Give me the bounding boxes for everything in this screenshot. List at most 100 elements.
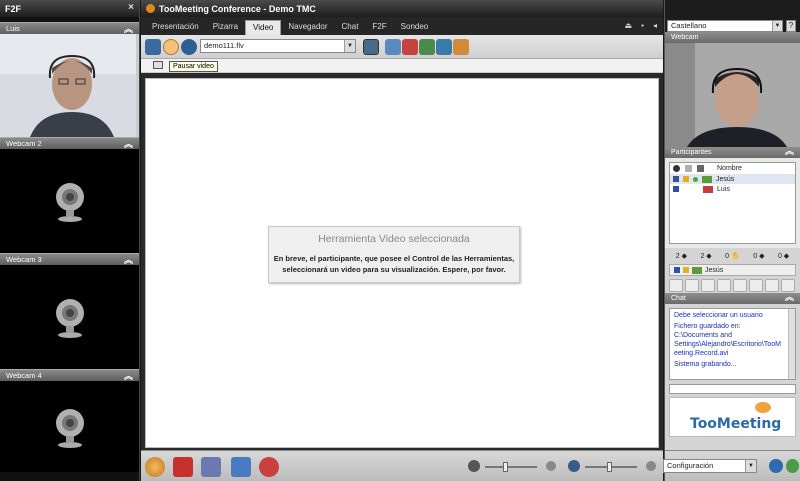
arrow-left-icon[interactable]: ◂ [653,21,657,30]
cam-header-2[interactable]: Webcam 2 ︽ [0,137,139,149]
remove-mic-icon[interactable] [717,278,731,292]
tab-bar: Presentación Pizarra Video Navegador Cha… [141,17,663,35]
cam-label: Webcam 3 [6,255,42,264]
chat-line: Settings\Alejandro\Escritorio\TooM [674,341,781,348]
tooltip: Pausar video [169,61,218,72]
send-icon[interactable] [436,39,452,55]
webcam-placeholder-icon [55,299,84,338]
sun-icon[interactable] [145,457,165,477]
chat-line: Sistema grabando... [674,361,737,368]
participants-columns: Nombre [670,163,795,174]
video-content-area: Herramienta Video seleccionada En breve,… [145,78,659,448]
speaker-icon[interactable] [468,460,480,472]
collapse-icon[interactable]: ︽ [785,146,794,157]
participant-row[interactable]: Luis [670,184,795,194]
person-video [665,43,800,147]
remove-control-icon[interactable] [685,278,699,292]
ribbon-icon[interactable] [259,457,279,477]
user-icon [703,185,713,193]
f2f-panel: F2F × Luis ︽ Webcam 2 ︽ Webcam 3 ︽ Webca… [0,0,140,481]
camera-small-icon[interactable] [153,61,163,69]
download-icon[interactable] [231,457,251,477]
chat-label: Chat [671,295,686,302]
mic-mute-icon[interactable] [646,461,656,471]
webcam-feed-4 [0,381,139,472]
close-icon[interactable]: × [128,2,134,13]
microphone-icon[interactable] [568,460,580,472]
volume-slider[interactable] [485,466,537,468]
person-video [0,34,136,137]
cam-header-luis[interactable]: Luis ︽ [0,22,139,34]
globe-icon[interactable] [181,38,197,55]
participants-header[interactable]: Participantes ︽ [665,146,800,158]
volume-slider-handle[interactable] [503,462,508,472]
eject-icon[interactable]: ⏏ [625,21,633,30]
chat-line: Debe seleccionar un usuario [674,312,763,319]
bottom-right-bar: Configuración ▼ [663,450,800,481]
tab-chat[interactable]: Chat [335,20,366,35]
chat-line: C:\Documents and [674,332,732,339]
eraser-icon[interactable] [749,278,763,292]
emoticon-icon[interactable] [781,278,795,292]
film-icon[interactable] [363,39,379,55]
webcam-placeholder-icon [55,183,84,222]
config-select[interactable]: Configuración ▼ [663,459,757,473]
video-file-value: demo111.flv [204,41,244,50]
recording-icon[interactable] [173,457,193,477]
cam-label: Webcam 2 [6,139,42,148]
tab-sondeo[interactable]: Sondeo [394,20,436,35]
help-button[interactable]: ? [786,20,796,32]
upload-icon[interactable] [385,39,401,55]
language-select[interactable]: Castellano ▼ [667,20,783,32]
f2f-title-bar: F2F × [0,0,139,17]
column-name: Nombre [717,165,742,172]
chat-log: Debe seleccionar un usuario Fichero guar… [669,308,796,380]
selected-user-name: Jesús [705,266,724,274]
status-dot-icon [693,176,698,182]
hand-icon[interactable] [765,278,779,292]
window-title: TooMeeting Conference - Demo TMC [159,3,316,14]
video-library-icon[interactable] [145,38,161,55]
share-icon[interactable] [419,39,435,55]
collapse-icon[interactable]: ▪ [641,21,644,30]
video-file-select[interactable]: demo111.flv ▼ [200,39,356,53]
give-mic-icon[interactable] [701,278,715,292]
exit-icon[interactable] [786,459,799,473]
cam-header-4[interactable]: Webcam 4 ︽ [0,369,139,381]
record-icon[interactable] [402,39,418,55]
expel-user-icon[interactable] [733,278,747,292]
user-icon [702,175,712,183]
user-icon [697,165,704,172]
window-controls: ⏏ ▪ ◂ [625,21,657,30]
cam-header-3[interactable]: Webcam 3 ︽ [0,253,139,265]
chat-line: Fichero guardado en: [674,323,741,330]
document-icon[interactable] [201,457,221,477]
give-control-icon[interactable] [669,278,683,292]
microphone-icon [674,267,680,273]
conference-main: TooMeeting Conference - Demo TMC Present… [141,0,663,481]
video-toolbar: demo111.flv ▼ [141,35,663,59]
chat-header[interactable]: Chat ︽ [665,292,800,304]
chat-input[interactable] [669,384,796,394]
user-control-icon[interactable] [453,39,469,55]
microphone-icon [673,165,680,172]
tab-pizarra[interactable]: Pizarra [206,20,245,35]
count-hands: 0 ✋ [725,252,740,260]
participant-row[interactable]: Jesús [670,174,795,184]
webcam-placeholder-icon [55,408,84,448]
chevron-down-icon[interactable]: ▼ [745,460,756,472]
chat-scrollbar[interactable] [788,309,795,379]
webcam-header[interactable]: Webcam [665,32,800,43]
tab-video[interactable]: Video [245,20,282,35]
collapse-icon[interactable]: ︽ [785,292,794,303]
chevron-down-icon[interactable]: ▼ [344,40,355,52]
globe-icon[interactable] [769,459,783,473]
mic-slider-handle[interactable] [607,462,612,472]
mute-icon[interactable] [546,461,556,471]
pause-video-button[interactable] [163,38,179,55]
participant-counts: 2 ◆ 2 ◆ 0 ✋ 0 ◆ 0 ◆ [665,248,800,263]
tab-navegador[interactable]: Navegador [281,20,334,35]
chevron-down-icon[interactable]: ▼ [772,21,782,31]
tab-f2f[interactable]: F2F [365,20,393,35]
tab-presentacion[interactable]: Presentación [145,20,206,35]
